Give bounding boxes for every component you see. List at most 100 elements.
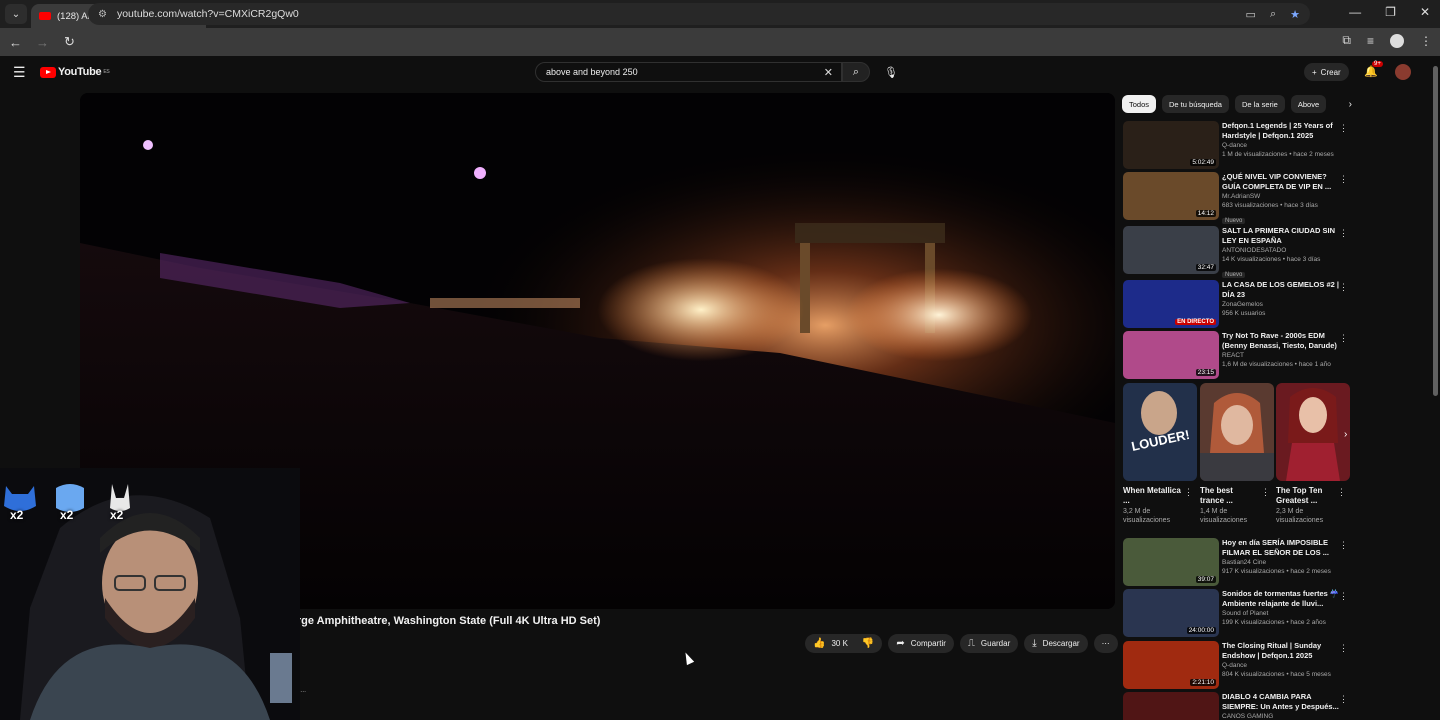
extensions-icon[interactable]: ⧉	[1342, 33, 1351, 48]
zoom-icon[interactable]: ⌕	[1270, 8, 1276, 21]
video-thumbnail[interactable]: EN DIRECTO	[1123, 280, 1219, 328]
more-vertical-icon[interactable]: ⋮	[1339, 694, 1348, 705]
logo-text: YouTube	[58, 66, 102, 78]
video-title[interactable]: Try Not To Rave - 2000s EDM (Benny Benas…	[1222, 331, 1340, 350]
hamburger-menu-icon[interactable]: ☰	[13, 64, 26, 81]
video-title[interactable]: LA CASA DE LOS GEMELOS #2 | DÍA 23	[1222, 280, 1340, 299]
channel-name[interactable]: CANOS GAMING	[1222, 713, 1340, 720]
cast-icon[interactable]: ▭	[1246, 8, 1256, 21]
shorts-next-icon[interactable]: ›	[1344, 429, 1347, 440]
short-thumbnail[interactable]	[1200, 383, 1274, 481]
profile-avatar[interactable]	[1390, 33, 1404, 48]
video-thumbnail[interactable]: 2:21:10	[1123, 641, 1219, 689]
thumbs-down-icon[interactable]: 👎	[862, 638, 874, 649]
video-thumbnail[interactable]	[1123, 692, 1219, 720]
video-thumbnail[interactable]: 24:00:00	[1123, 589, 1219, 637]
more-actions-button[interactable]: ⋯	[1093, 634, 1118, 653]
list-item[interactable]: 24:00:00 Sonidos de tormentas fuertes ☔ …	[1122, 589, 1352, 639]
video-title[interactable]: ¿QUÉ NIVEL VIP CONVIENE? GUÍA COMPLETA D…	[1222, 172, 1340, 191]
view-count: 1 M de visualizaciones • hace 2 meses	[1222, 151, 1334, 158]
bookmark-star-icon[interactable]: ★	[1290, 8, 1300, 21]
page-scrollbar[interactable]	[1433, 66, 1438, 396]
search-box[interactable]: ✕	[535, 62, 842, 82]
restore-icon[interactable]: ❐	[1385, 5, 1396, 19]
video-title[interactable]: Sonidos de tormentas fuertes ☔ Ambiente …	[1222, 589, 1340, 608]
voice-search-icon[interactable]: 🎙	[880, 62, 902, 82]
forward-icon[interactable]: →	[29, 35, 56, 50]
close-window-icon[interactable]: ✕	[1420, 5, 1430, 19]
share-button[interactable]: ➦ Compartir	[888, 634, 954, 653]
more-vertical-icon[interactable]: ⋮	[1339, 174, 1348, 185]
video-title[interactable]: SALT LA PRIMERA CIUDAD SIN LEY EN ESPAÑA	[1222, 226, 1340, 245]
video-thumbnail[interactable]: 39:07	[1123, 538, 1219, 586]
channel-name[interactable]: REACT	[1222, 352, 1340, 359]
chip-all[interactable]: Todos	[1122, 95, 1157, 113]
more-vertical-icon[interactable]: ⋮	[1261, 487, 1270, 498]
more-vertical-icon[interactable]: ⋮	[1339, 591, 1348, 602]
channel-name[interactable]: ANTONIODESATADO	[1222, 247, 1340, 254]
more-vertical-icon[interactable]: ⋮	[1339, 643, 1348, 654]
reload-icon[interactable]: ↻	[56, 34, 83, 50]
thumbs-up-icon: 👍	[813, 638, 826, 649]
more-vertical-icon[interactable]: ⋮	[1184, 487, 1193, 498]
more-vertical-icon[interactable]: ⋮	[1339, 540, 1348, 551]
blue-bird-emote: x2	[50, 482, 100, 524]
video-thumbnail[interactable]: 5:02:49	[1123, 121, 1219, 169]
video-title[interactable]: Hoy en día SERÍA IMPOSIBLE FILMAR EL SEÑ…	[1222, 538, 1340, 557]
video-thumbnail[interactable]: 23:15	[1123, 331, 1219, 379]
short-thumbnail[interactable]: LOUDER!	[1123, 383, 1197, 481]
chevron-right-icon[interactable]: ›	[1349, 99, 1352, 110]
minimize-icon[interactable]: —	[1349, 5, 1361, 19]
list-item[interactable]: 23:15 Try Not To Rave - 2000s EDM (Benny…	[1122, 331, 1352, 381]
channel-name[interactable]: Sound of Planet	[1222, 610, 1340, 617]
address-bar[interactable]: ⚙ youtube.com/watch?v=CMXiCR2gQw0 ▭ ⌕ ★	[88, 3, 1310, 25]
media-control-icon[interactable]: ≡	[1367, 34, 1374, 48]
video-title[interactable]: Defqon.1 Legends | 25 Years of Hardstyle…	[1222, 121, 1340, 140]
list-item[interactable]: DIABLO 4 CAMBIA PARA SIEMPRE: Un Antes y…	[1122, 692, 1352, 720]
short-title[interactable]: When Metallica ...	[1123, 486, 1181, 506]
channel-name[interactable]: Mr.AdrianSW	[1222, 193, 1340, 200]
chip-above[interactable]: Above	[1290, 95, 1327, 113]
chip-from-search[interactable]: De tu búsqueda	[1162, 95, 1229, 113]
video-title[interactable]: DIABLO 4 CAMBIA PARA SIEMPRE: Un Antes y…	[1222, 692, 1340, 711]
create-button[interactable]: + Crear	[1304, 63, 1349, 81]
site-info-icon[interactable]: ⚙	[98, 9, 107, 20]
list-item[interactable]: 39:07 Hoy en día SERÍA IMPOSIBLE FILMAR …	[1122, 538, 1352, 588]
tab-search-button[interactable]: ⌄	[5, 4, 27, 24]
more-vertical-icon[interactable]: ⋮	[1339, 123, 1348, 134]
video-thumbnail[interactable]: 32:47	[1123, 226, 1219, 274]
list-item[interactable]: 5:02:49 Defqon.1 Legends | 25 Years of H…	[1122, 121, 1352, 171]
video-thumbnail[interactable]: 14:12	[1123, 172, 1219, 220]
short-title[interactable]: The best trance ...	[1200, 486, 1258, 506]
like-button[interactable]: 👍 30 K 👎	[805, 634, 883, 653]
list-item[interactable]: 2:21:10 The Closing Ritual | Sunday Ends…	[1122, 641, 1352, 691]
notifications-bell-icon[interactable]: 🔔 9+	[1364, 61, 1383, 78]
chip-series[interactable]: De la serie	[1234, 95, 1285, 113]
youtube-logo[interactable]: YouTube ES	[40, 66, 110, 78]
short-thumbnail[interactable]	[1276, 383, 1350, 481]
live-badge: EN DIRECTO	[1175, 319, 1216, 325]
user-avatar[interactable]	[1395, 64, 1411, 80]
search-button[interactable]: ⌕	[842, 62, 870, 82]
download-button[interactable]: ⤓ Descargar	[1024, 634, 1088, 653]
short-title[interactable]: The Top Ten Greatest ...	[1276, 486, 1334, 506]
list-item[interactable]: EN DIRECTO LA CASA DE LOS GEMELOS #2 | D…	[1122, 280, 1352, 330]
more-vertical-icon[interactable]: ⋮	[1339, 282, 1348, 293]
channel-name[interactable]: Q-dance	[1222, 662, 1340, 669]
mouse-cursor-icon	[681, 650, 695, 666]
back-icon[interactable]: ←	[2, 35, 29, 50]
list-item[interactable]: 14:12 ¿QUÉ NIVEL VIP CONVIENE? GUÍA COMP…	[1122, 172, 1352, 224]
save-button[interactable]: ⎍ Guardar	[959, 634, 1019, 653]
clear-search-icon[interactable]: ✕	[824, 66, 833, 79]
channel-name[interactable]: Bastian24 Cine	[1222, 559, 1340, 566]
more-vertical-icon[interactable]: ⋮	[1339, 228, 1348, 239]
video-title[interactable]: The Closing Ritual | Sunday Endshow | De…	[1222, 641, 1340, 660]
channel-name[interactable]: ZonaGemelos	[1222, 301, 1340, 308]
search-input[interactable]	[546, 67, 824, 77]
more-vertical-icon[interactable]: ⋮	[1337, 487, 1346, 498]
channel-name[interactable]: Q-dance	[1222, 142, 1340, 149]
list-item[interactable]: 32:47 SALT LA PRIMERA CIUDAD SIN LEY EN …	[1122, 226, 1352, 278]
youtube-header: ☰ YouTube ES ✕ ⌕ 🎙 +Crear 🔔9+	[0, 56, 1440, 88]
browser-menu-icon[interactable]: ⋮	[1420, 34, 1432, 48]
more-vertical-icon[interactable]: ⋮	[1339, 333, 1348, 344]
